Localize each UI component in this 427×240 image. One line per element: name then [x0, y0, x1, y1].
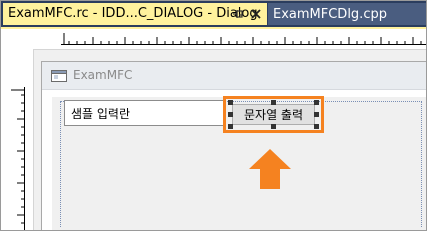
dialog-client-area: 샘플 입력란 문자열 출력: [52, 96, 426, 230]
resize-handle[interactable]: [314, 100, 319, 105]
resize-handle[interactable]: [228, 124, 233, 129]
dialog-titlebar: ExamMFC: [42, 62, 426, 90]
resize-handle[interactable]: [314, 124, 319, 129]
dialog-title: ExamMFC: [73, 68, 133, 82]
tab-label: ExamMFC.rc - IDD...C_DIALOG - Dialog: [8, 5, 258, 21]
horizontal-ruler[interactable]: [61, 33, 427, 45]
resize-handle[interactable]: [228, 100, 233, 105]
sample-input-field[interactable]: 샘플 입력란: [64, 100, 224, 126]
designed-dialog[interactable]: ExamMFC 샘플 입력란 문자열 출력: [41, 61, 426, 230]
tab-label: ExamMFCDlg.cpp: [273, 6, 387, 22]
resize-handle[interactable]: [271, 100, 276, 105]
close-icon[interactable]: [249, 7, 263, 21]
app-icon: [51, 70, 67, 82]
vertical-ruler[interactable]: [11, 87, 25, 231]
tab-dlg-cpp[interactable]: ExamMFCDlg.cpp: [268, 3, 426, 25]
resize-handle[interactable]: [271, 124, 276, 129]
print-string-button[interactable]: 문자열 출력: [232, 104, 315, 125]
document-tab-strip: ExamMFC.rc - IDD...C_DIALOG - Dialog Exa…: [1, 1, 426, 27]
editor-frame: ExamMFC.rc - IDD...C_DIALOG - Dialog Exa…: [0, 0, 427, 231]
tab-dialog-resource[interactable]: ExamMFC.rc - IDD...C_DIALOG - Dialog: [3, 3, 267, 25]
resize-handle[interactable]: [228, 112, 233, 117]
pin-icon[interactable]: [231, 7, 245, 21]
arrow-up-icon: [249, 149, 291, 189]
resize-handle[interactable]: [314, 112, 319, 117]
